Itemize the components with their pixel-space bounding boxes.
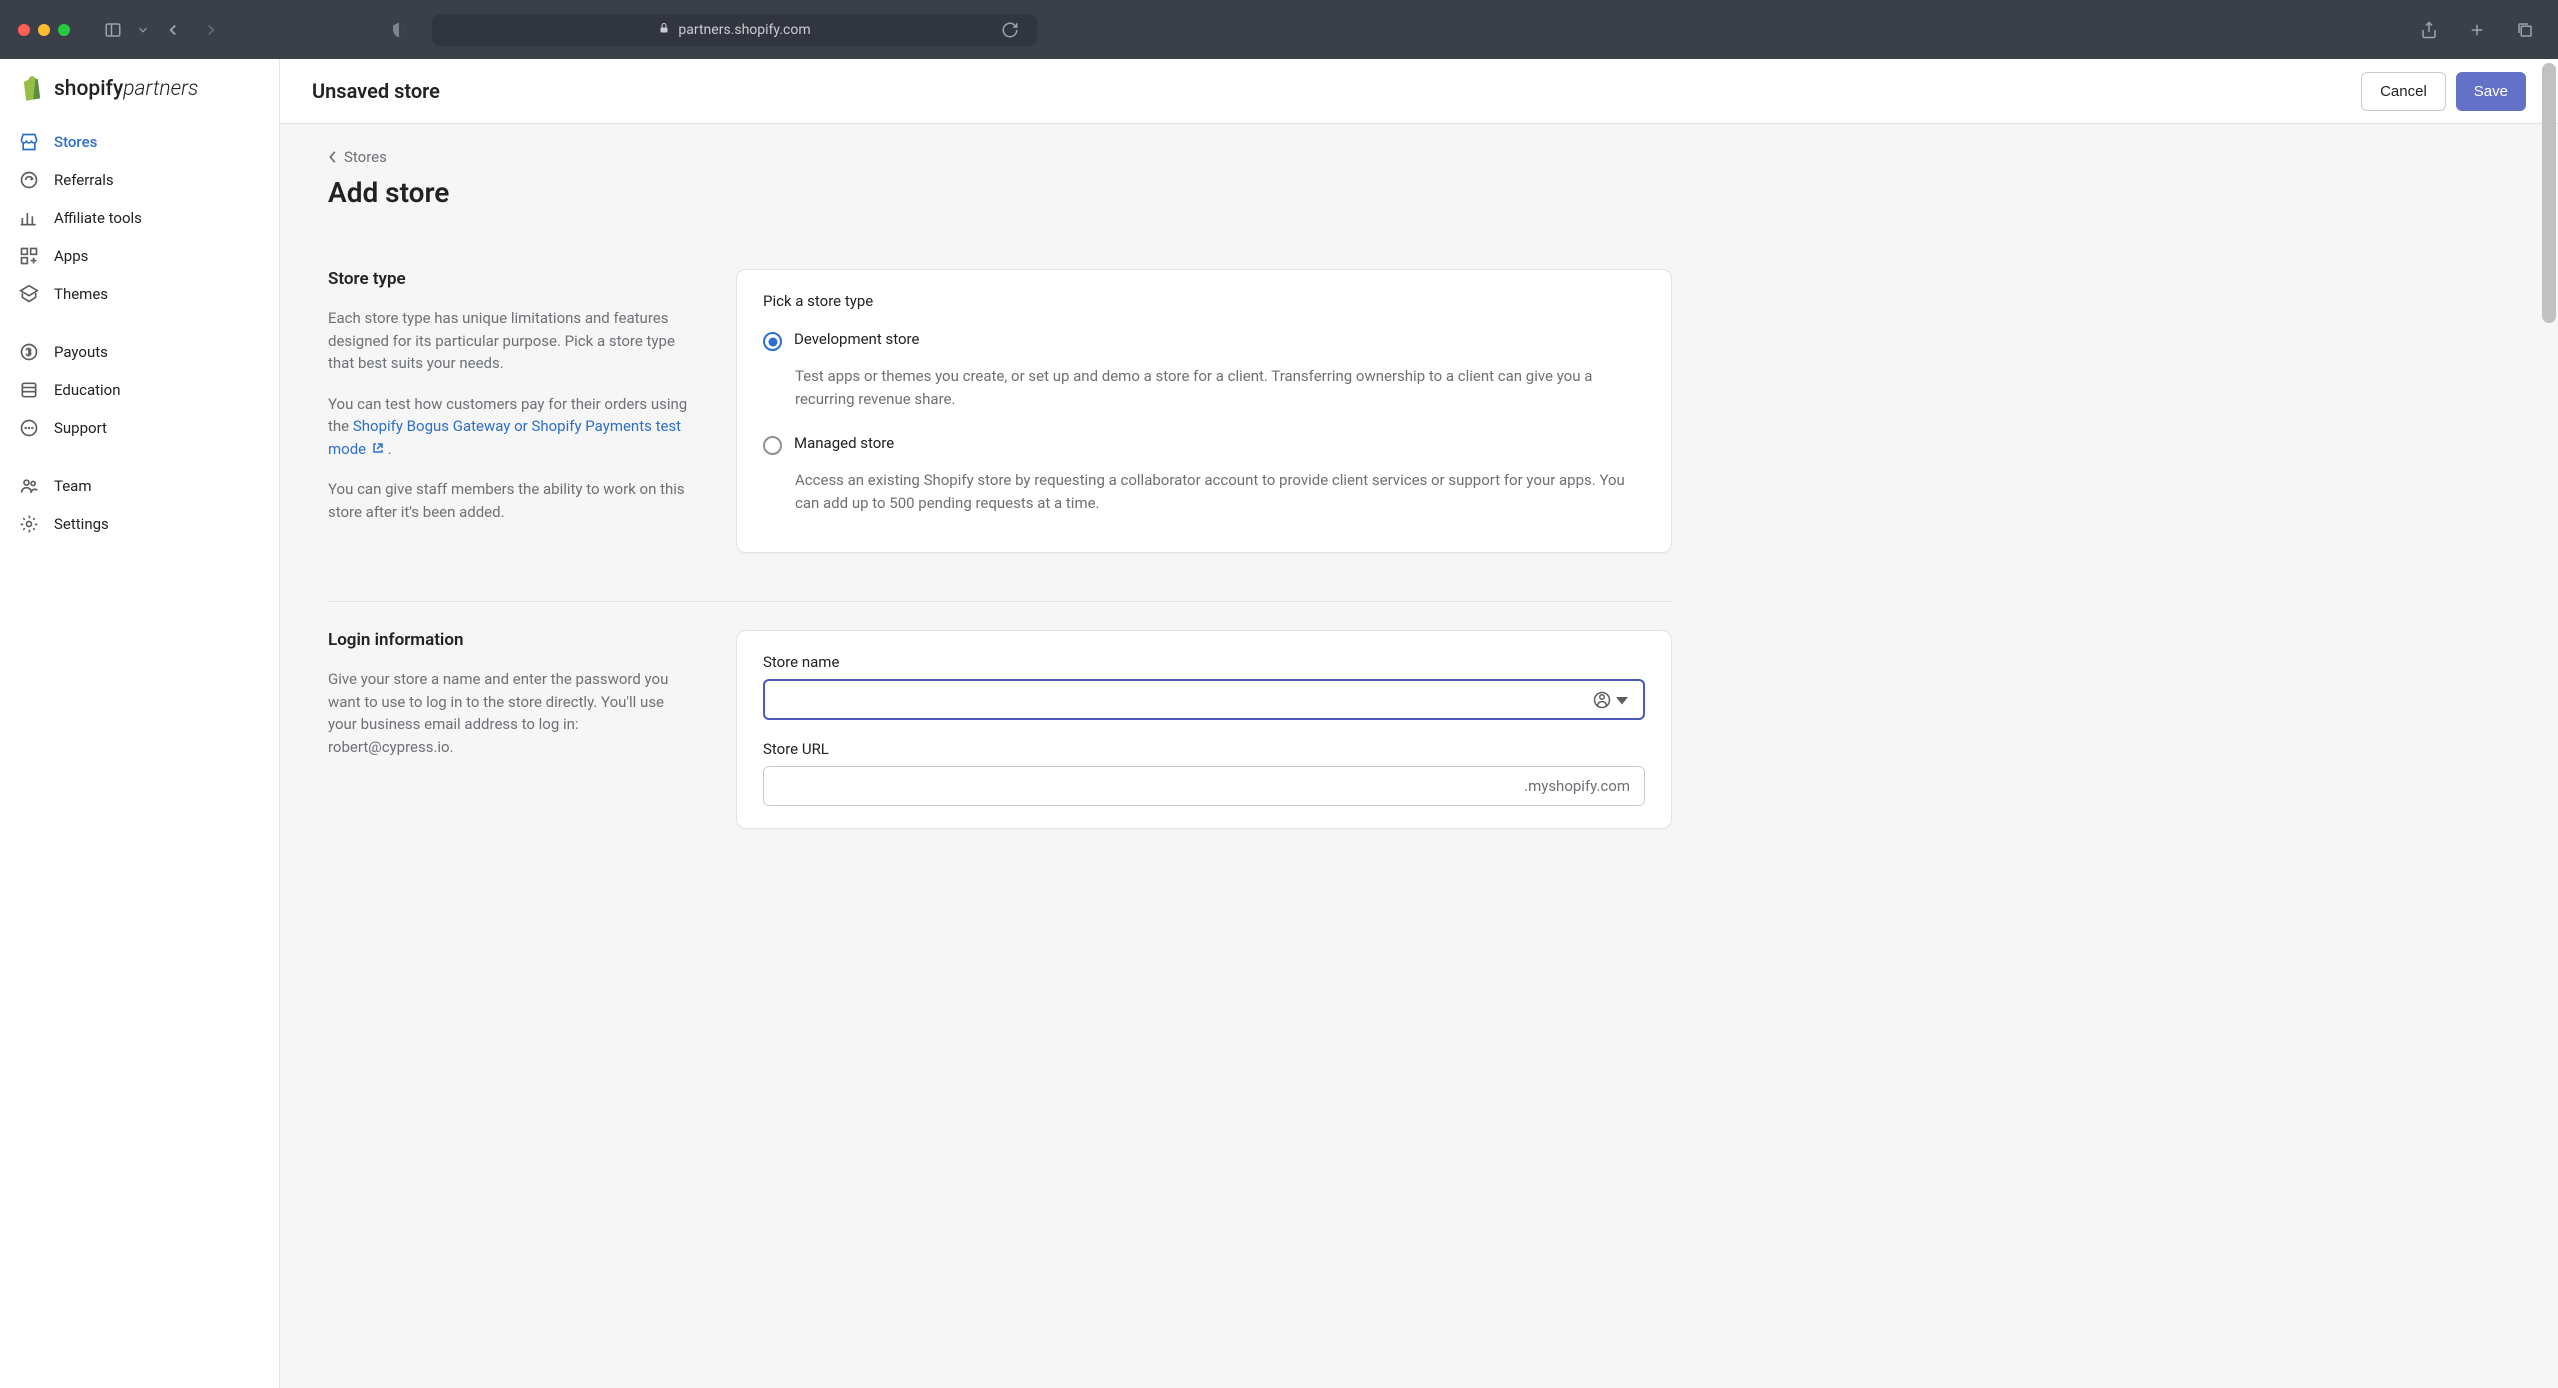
section-desc-3: You can give staff members the ability t…: [328, 478, 688, 523]
sidebar-item-stores[interactable]: Stores: [0, 123, 279, 161]
store-name-input[interactable]: [763, 679, 1645, 720]
section-heading: Store type: [328, 269, 688, 289]
nav-label: Apps: [54, 247, 88, 265]
sidebar: shopifypartners Stores Referrals Affilia…: [0, 59, 280, 1388]
main-content: Unsaved store Cancel Save Stores Add sto…: [280, 59, 2558, 1388]
themes-icon: [18, 283, 40, 305]
topbar: Unsaved store Cancel Save: [280, 59, 2558, 124]
shopify-logo-icon: [18, 75, 46, 103]
radio-managed-store[interactable]: Managed store: [763, 430, 1645, 459]
apps-icon: [18, 245, 40, 267]
store-type-card: Pick a store type Development store Test…: [736, 269, 1672, 553]
sidebar-item-affiliate-tools[interactable]: Affiliate tools: [0, 199, 279, 237]
nav-label: Education: [54, 381, 121, 399]
radio-desc: Access an existing Shopify store by requ…: [795, 469, 1645, 514]
traffic-lights: [18, 24, 70, 36]
section-desc: Give your store a name and enter the pas…: [328, 668, 688, 758]
breadcrumb-label: Stores: [344, 148, 387, 166]
nav-label: Stores: [54, 133, 97, 151]
gear-icon: [18, 513, 40, 535]
share-icon[interactable]: [2414, 15, 2444, 45]
chevron-down-icon[interactable]: [136, 15, 150, 45]
support-icon: [18, 417, 40, 439]
sidebar-item-referrals[interactable]: Referrals: [0, 161, 279, 199]
contacts-dropdown-icon[interactable]: [1593, 691, 1631, 709]
url-text: partners.shopify.com: [678, 22, 810, 38]
address-bar[interactable]: partners.shopify.com: [432, 14, 1037, 46]
nav-label: Settings: [54, 515, 109, 533]
gateway-link[interactable]: Shopify Bogus Gateway or Shopify Payment…: [328, 417, 681, 458]
sidebar-item-team[interactable]: Team: [0, 467, 279, 505]
new-tab-icon[interactable]: [2462, 15, 2492, 45]
cancel-button[interactable]: Cancel: [2361, 72, 2446, 111]
radio-indicator: [763, 436, 782, 455]
nav-label: Referrals: [54, 171, 114, 189]
nav-label: Affiliate tools: [54, 209, 142, 227]
save-button[interactable]: Save: [2456, 72, 2526, 111]
section-login-info: Login information Give your store a name…: [328, 601, 1672, 857]
radio-label: Managed store: [794, 434, 894, 452]
nav-label: Payouts: [54, 343, 108, 361]
browser-chrome: partners.shopify.com: [0, 0, 2558, 59]
lock-icon: [658, 22, 670, 38]
section-desc-1: Each store type has unique limitations a…: [328, 307, 688, 375]
store-url-field: .myshopify.com: [763, 766, 1645, 806]
section-desc-2: You can test how customers pay for their…: [328, 393, 688, 461]
sidebar-item-education[interactable]: Education: [0, 371, 279, 409]
tabs-icon[interactable]: [2510, 15, 2540, 45]
nav-label: Themes: [54, 285, 108, 303]
external-link-icon: [372, 438, 384, 450]
store-url-label: Store URL: [763, 740, 1645, 758]
scrollbar[interactable]: [2542, 63, 2556, 323]
breadcrumb[interactable]: Stores: [328, 148, 387, 166]
radio-desc: Test apps or themes you create, or set u…: [795, 365, 1645, 410]
forward-button[interactable]: [196, 15, 226, 45]
nav-label: Support: [54, 419, 107, 437]
radio-indicator: [763, 332, 782, 351]
logo[interactable]: shopifypartners: [0, 75, 279, 123]
section-store-type: Store type Each store type has unique li…: [328, 241, 1672, 581]
back-button[interactable]: [158, 15, 188, 45]
minimize-window-button[interactable]: [38, 24, 50, 36]
team-icon: [18, 475, 40, 497]
logo-text: shopifypartners: [54, 77, 198, 101]
nav-label: Team: [54, 477, 92, 495]
url-suffix: .myshopify.com: [1510, 767, 1644, 805]
store-url-input[interactable]: [764, 767, 1510, 805]
sidebar-item-settings[interactable]: Settings: [0, 505, 279, 543]
chart-icon: [18, 207, 40, 229]
education-icon: [18, 379, 40, 401]
sidebar-item-apps[interactable]: Apps: [0, 237, 279, 275]
close-window-button[interactable]: [18, 24, 30, 36]
reload-icon[interactable]: [995, 15, 1025, 45]
sidebar-item-payouts[interactable]: Payouts: [0, 333, 279, 371]
radio-development-store[interactable]: Development store: [763, 326, 1645, 355]
radio-label: Development store: [794, 330, 919, 348]
sidebar-item-themes[interactable]: Themes: [0, 275, 279, 313]
sidebar-item-support[interactable]: Support: [0, 409, 279, 447]
section-heading: Login information: [328, 630, 688, 650]
card-heading: Pick a store type: [763, 292, 1645, 310]
store-icon: [18, 131, 40, 153]
sidebar-toggle-icon[interactable]: [98, 15, 128, 45]
maximize-window-button[interactable]: [58, 24, 70, 36]
page-status-title: Unsaved store: [312, 79, 440, 103]
payouts-icon: [18, 341, 40, 363]
chevron-left-icon: [328, 150, 338, 164]
store-name-label: Store name: [763, 653, 1645, 671]
login-card: Store name Store URL .myshopify.com: [736, 630, 1672, 829]
referrals-icon: [18, 169, 40, 191]
shield-icon[interactable]: [384, 15, 414, 45]
page-title: Add store: [328, 176, 1672, 209]
